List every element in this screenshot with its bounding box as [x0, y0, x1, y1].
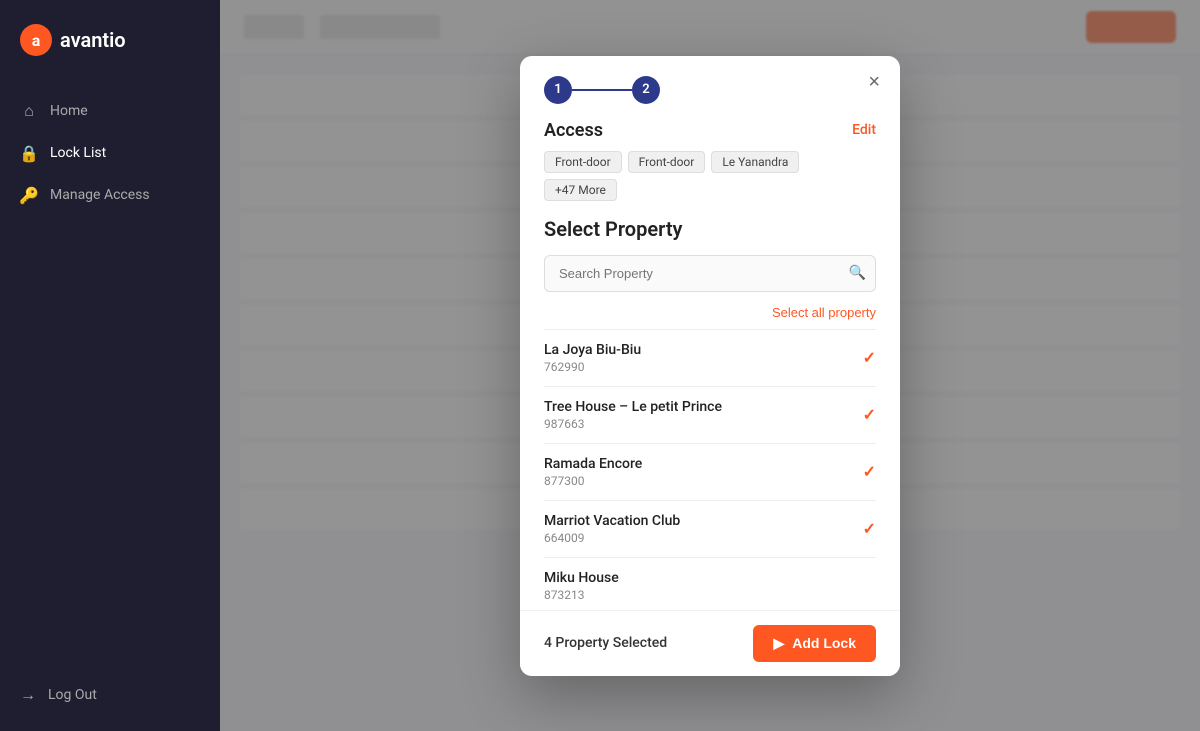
access-section: Access Edit Front-door Front-door Le Yan… — [544, 120, 876, 201]
logo-icon: a — [20, 24, 52, 56]
access-header: Access Edit — [544, 120, 876, 141]
close-icon: × — [868, 71, 880, 93]
modal-footer: 4 Property Selected ▶ Add Lock — [520, 610, 900, 676]
property-info-3: Marriot Vacation Club 664009 — [544, 513, 680, 545]
add-lock-button[interactable]: ▶ Add Lock — [753, 625, 876, 662]
main-content: 1 2 × Access Edit — [220, 0, 1200, 731]
stepper: 1 2 — [544, 76, 876, 104]
property-id-3: 664009 — [544, 531, 680, 545]
sidebar-nav: ⌂ Home 🔒 Lock List 🔑 Manage Access — [0, 80, 220, 669]
property-list: La Joya Biu-Biu 762990 ✓ Tree House – Le… — [544, 329, 876, 610]
property-item-3[interactable]: Marriot Vacation Club 664009 ✓ — [544, 501, 876, 558]
key-icon: 🔑 — [20, 186, 38, 204]
modal-header: 1 2 × — [520, 56, 900, 120]
sidebar-item-home[interactable]: ⌂ Home — [0, 90, 220, 132]
access-title: Access — [544, 120, 603, 141]
property-id-4: 873213 — [544, 588, 619, 602]
step-line — [572, 89, 632, 91]
sidebar-item-home-label: Home — [50, 103, 88, 119]
search-icon: 🔍 — [849, 265, 866, 281]
search-input[interactable] — [544, 255, 876, 292]
property-id-1: 987663 — [544, 417, 722, 431]
logo-text: avantio — [60, 28, 126, 52]
sidebar-item-lock-list[interactable]: 🔒 Lock List — [0, 132, 220, 174]
property-name-2: Ramada Encore — [544, 456, 642, 472]
tag-0: Front-door — [544, 151, 622, 173]
logo: a avantio — [0, 0, 220, 80]
modal-body: Access Edit Front-door Front-door Le Yan… — [520, 120, 900, 610]
logout-icon: → — [20, 685, 36, 705]
tag-1: Front-door — [628, 151, 706, 173]
property-info-0: La Joya Biu-Biu 762990 — [544, 342, 641, 374]
property-info-4: Miku House 873213 — [544, 570, 619, 602]
property-item-2[interactable]: Ramada Encore 877300 ✓ — [544, 444, 876, 501]
property-id-2: 877300 — [544, 474, 642, 488]
home-icon: ⌂ — [20, 102, 38, 120]
sidebar-item-manage-access[interactable]: 🔑 Manage Access — [0, 174, 220, 216]
property-item-4[interactable]: Miku House 873213 — [544, 558, 876, 610]
sidebar: a avantio ⌂ Home 🔒 Lock List 🔑 Manage Ac… — [0, 0, 220, 731]
edit-button[interactable]: Edit — [852, 122, 876, 138]
select-all-button[interactable]: Select all property — [772, 305, 876, 320]
property-name-3: Marriot Vacation Club — [544, 513, 680, 529]
close-button[interactable]: × — [868, 72, 880, 92]
sidebar-item-manage-access-label: Manage Access — [50, 187, 150, 203]
step-2-circle: 2 — [632, 76, 660, 104]
add-lock-label: Add Lock — [792, 635, 856, 651]
check-icon-2: ✓ — [863, 462, 876, 481]
property-id-0: 762990 — [544, 360, 641, 374]
select-all-row: Select all property — [544, 302, 876, 321]
property-item-1[interactable]: Tree House – Le petit Prince 987663 ✓ — [544, 387, 876, 444]
property-item-0[interactable]: La Joya Biu-Biu 762990 ✓ — [544, 330, 876, 387]
property-name-4: Miku House — [544, 570, 619, 586]
add-lock-arrow-icon: ▶ — [773, 635, 784, 652]
step-1-circle: 1 — [544, 76, 572, 104]
select-property-section: Select Property 🔍 Select all property La… — [544, 217, 876, 610]
property-info-2: Ramada Encore 877300 — [544, 456, 642, 488]
select-property-title: Select Property — [544, 217, 876, 241]
check-icon-3: ✓ — [863, 519, 876, 538]
logout-label: Log Out — [48, 687, 97, 703]
tag-more: +47 More — [544, 179, 617, 201]
modal: 1 2 × Access Edit — [520, 56, 900, 676]
property-name-1: Tree House – Le petit Prince — [544, 399, 722, 415]
modal-overlay: 1 2 × Access Edit — [220, 0, 1200, 731]
logout-button[interactable]: → Log Out — [0, 669, 220, 721]
check-icon-1: ✓ — [863, 405, 876, 424]
property-info-1: Tree House – Le petit Prince 987663 — [544, 399, 722, 431]
tags-row: Front-door Front-door Le Yanandra +47 Mo… — [544, 151, 876, 201]
lock-icon: 🔒 — [20, 144, 38, 162]
check-icon-0: ✓ — [863, 348, 876, 367]
step-2-label: 2 — [642, 82, 649, 97]
property-name-0: La Joya Biu-Biu — [544, 342, 641, 358]
tag-2: Le Yanandra — [711, 151, 799, 173]
step-1-label: 1 — [554, 82, 561, 97]
search-box: 🔍 — [544, 255, 876, 292]
sidebar-item-lock-list-label: Lock List — [50, 145, 106, 161]
selected-count: 4 Property Selected — [544, 635, 667, 651]
